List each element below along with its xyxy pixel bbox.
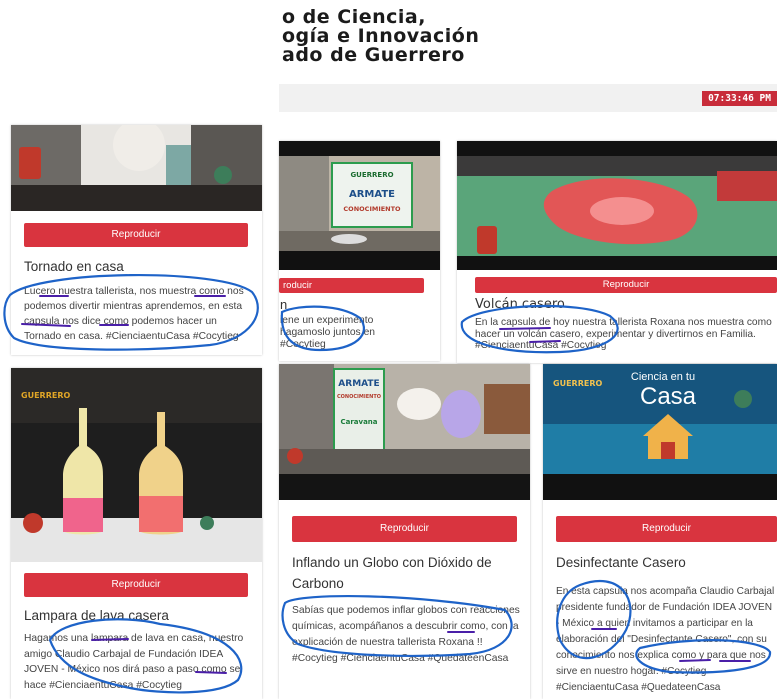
card-title[interactable]: n <box>280 297 287 312</box>
card-description: Hagamos una lampara de lava en casa, nue… <box>24 633 244 691</box>
page-header-title: o de Ciencia, ogía e Innovación ado de G… <box>282 8 479 65</box>
play-button[interactable]: Reproducir <box>475 277 777 293</box>
thumb-logo-text: GUERRERO <box>21 391 70 400</box>
card-title-line2: Carbono <box>292 576 344 591</box>
thumbnail-image <box>457 141 777 270</box>
card-title[interactable]: Lampara de lava casera <box>24 608 169 623</box>
card-title[interactable]: Inflando un Globo con Dióxido de Carbono <box>292 552 492 594</box>
sign-text-1: ARMATE <box>338 379 379 389</box>
thumbnail-image: GUERRERO Ciencia en tu Casa <box>543 364 777 500</box>
sign-text-3: CONOCIMIENTO <box>343 205 401 213</box>
video-thumbnail[interactable]: GUERRERO ARMATE CONOCIMIENTO <box>279 141 440 270</box>
video-thumbnail[interactable] <box>11 125 262 211</box>
thumbnail-image: ARMATE CONOCIMIENTO Caravana <box>279 364 530 500</box>
card-title[interactable]: Tornado en casa <box>24 259 124 274</box>
play-button[interactable]: Reproducir <box>556 516 777 542</box>
card-description: iene un experimento hagamoslo juntos en … <box>280 315 376 350</box>
thumbnail-image <box>11 125 262 211</box>
play-button[interactable]: Reproducir <box>292 516 517 542</box>
clock-badge: 07:33:46 PM <box>702 91 777 106</box>
clock-bar: 07:33:46 PM <box>279 84 777 112</box>
sign-text-1: GUERRERO <box>350 171 393 179</box>
video-card-globo: ARMATE CONOCIMIENTO Caravana Reproducir … <box>279 364 530 699</box>
video-card-tornado: Reproducir Tornado en casa Lucero nuestr… <box>11 125 262 355</box>
header-title-line3: ado de Guerrero <box>282 44 465 66</box>
play-button[interactable]: roducir <box>279 278 424 293</box>
card-description: En la capsula de hoy nuestra tallerista … <box>475 317 772 351</box>
card-description: En esta capsula nos acompaña Claudio Car… <box>556 586 775 693</box>
card-title[interactable]: Volcán casero <box>475 297 565 312</box>
video-thumbnail[interactable] <box>457 141 777 270</box>
thumb-logo-text: GUERRERO <box>553 379 602 388</box>
thumb-text-1: Ciencia en tu <box>631 371 695 383</box>
sign-text-3: Caravana <box>340 418 377 426</box>
card-description: Sabías que podemos inflar globos con rea… <box>292 605 520 664</box>
video-thumbnail[interactable]: GUERRERO <box>11 368 262 562</box>
thumbnail-image: GUERRERO <box>11 368 262 562</box>
video-thumbnail[interactable]: GUERRERO Ciencia en tu Casa <box>543 364 777 500</box>
play-button[interactable]: Reproducir <box>24 223 248 247</box>
video-card-desinfectante: GUERRERO Ciencia en tu Casa Reproducir D… <box>543 364 777 699</box>
video-card-volcan: Reproducir Volcán casero En la capsula d… <box>457 141 777 363</box>
video-card-lampara: GUERRERO Reproducir Lampara de lava case… <box>11 368 262 699</box>
sign-text-2: ARMATE <box>349 189 395 200</box>
video-thumbnail[interactable]: ARMATE CONOCIMIENTO Caravana <box>279 364 530 500</box>
sign-text-2: CONOCIMIENTO <box>337 394 381 400</box>
thumbnail-image: GUERRERO ARMATE CONOCIMIENTO <box>279 141 440 270</box>
card-title-line1: Inflando un Globo con Dióxido de <box>292 555 492 570</box>
play-button[interactable]: Reproducir <box>24 573 248 597</box>
video-card-partial: GUERRERO ARMATE CONOCIMIENTO roducir n i… <box>279 141 440 361</box>
card-description: Lucero nuestra tallerista, nos muestra c… <box>24 286 244 342</box>
card-title[interactable]: Desinfectante Casero <box>556 555 686 570</box>
thumb-text-2: Casa <box>640 383 697 410</box>
